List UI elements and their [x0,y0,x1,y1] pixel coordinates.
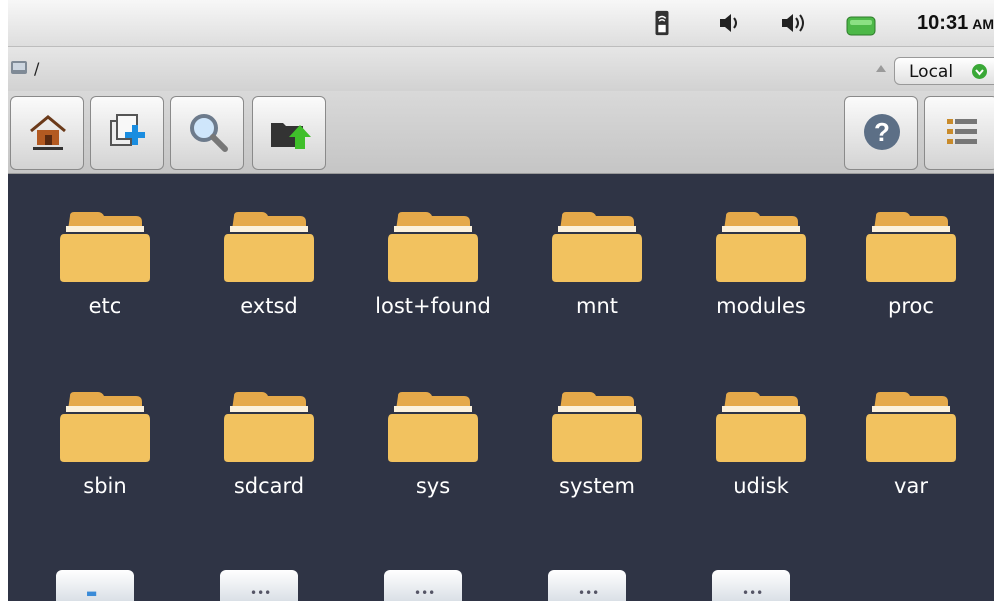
folder-item[interactable]: sdcard [184,354,344,514]
battery-icon [846,16,876,36]
chevron-down-icon [972,64,987,79]
clock-time: 10:31 [917,12,969,34]
path-bar: / Local [8,47,994,91]
search-icon [190,114,228,152]
file-icon[interactable]: ••• [712,570,790,601]
folder-icon [866,392,956,462]
folder-label: etc [88,294,122,318]
list-view-icon [947,119,977,144]
app-frame: 10:31 AM / Local ? etc extsd lost+found … [8,0,994,601]
folder-item[interactable]: mnt [512,174,672,334]
folder-label: modules [716,294,806,318]
current-path: / [34,59,40,78]
folder-icon [224,212,314,282]
upload-folder-button[interactable] [252,96,326,170]
folder-item[interactable]: var [826,354,986,514]
triangle-up-icon[interactable] [874,61,888,75]
status-bar: 10:31 AM [8,0,994,47]
folder-icon [224,392,314,462]
folder-label: mnt [576,294,618,318]
search-button[interactable] [170,96,244,170]
folder-icon [60,392,150,462]
file-icon[interactable]: ▬ [56,570,134,601]
new-folder-icon [110,114,145,146]
folder-item[interactable]: proc [826,174,986,334]
folder-label: var [894,474,928,498]
folder-item[interactable]: modules [676,174,836,334]
folder-item[interactable]: udisk [676,354,836,514]
device-icon [11,61,27,74]
file-icon[interactable]: ••• [384,570,462,601]
folder-item[interactable]: extsd [184,174,344,334]
folder-icon [388,392,478,462]
folder-label: extsd [240,294,298,318]
folder-item[interactable]: sys [348,354,508,514]
sim-card-icon [655,10,669,36]
file-icon[interactable]: ••• [548,570,626,601]
help-button[interactable]: ? [844,96,918,170]
speaker-loud-icon [782,14,804,32]
folder-label: sdcard [233,474,305,498]
folder-label: system [559,474,635,498]
folder-icon [716,212,806,282]
home-icon [30,115,66,150]
folder-label: sbin [83,474,127,498]
help-icon: ? [864,114,900,150]
svg-text:?: ? [874,117,890,147]
new-folder-button[interactable] [90,96,164,170]
toolbar: ? [8,91,994,174]
folder-item[interactable]: system [512,354,672,514]
file-grid: etc extsd lost+found mnt modules proc sb… [8,174,994,601]
clock-ampm: AM [972,16,994,32]
folder-icon [60,212,150,282]
list-view-button[interactable] [924,96,994,170]
location-label: Local [909,62,954,82]
folder-label: sys [415,474,451,498]
folder-label: lost+found [375,294,491,318]
folder-item[interactable]: etc [20,174,180,334]
folder-icon [716,392,806,462]
folder-icon [388,212,478,282]
home-button[interactable] [10,96,84,170]
speaker-icon [720,14,737,32]
folder-icon [552,212,642,282]
folder-label: udisk [733,474,789,498]
folder-label: proc [888,294,934,318]
clock: 10:31 AM [917,12,994,35]
folder-icon [552,392,642,462]
upload-folder-icon [271,123,311,149]
folder-item[interactable]: lost+found [348,174,508,334]
folder-item[interactable]: sbin [20,354,180,514]
file-icon[interactable]: ••• [220,570,298,601]
location-dropdown[interactable]: Local [894,57,994,85]
folder-icon [866,212,956,282]
